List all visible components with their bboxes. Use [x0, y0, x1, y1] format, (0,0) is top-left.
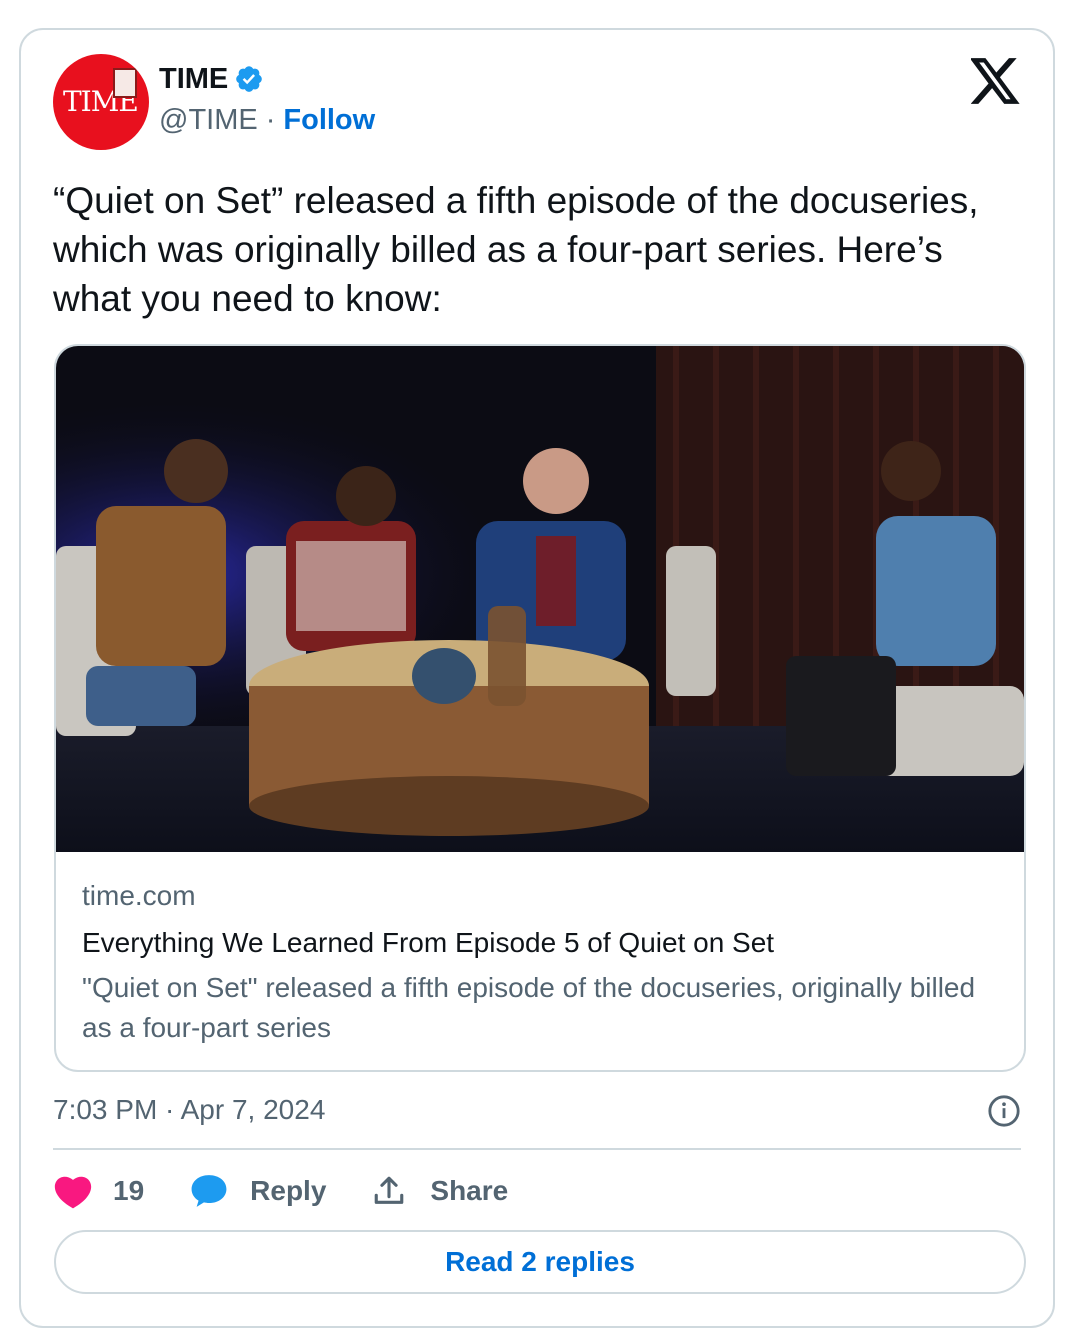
- link-description: "Quiet on Set" released a fifth episode …: [82, 972, 976, 1043]
- author-handle[interactable]: @TIME: [159, 104, 258, 137]
- like-button[interactable]: 19: [53, 1173, 144, 1209]
- tweet-meta: 7:03 PM · Apr 7, 2024: [53, 1090, 1021, 1130]
- tweet-text: “Quiet on Set” released a fifth episode …: [53, 180, 989, 319]
- info-icon[interactable]: [987, 1094, 1021, 1128]
- author-name[interactable]: TIME: [159, 63, 228, 96]
- tweet-actions: 19 Reply Share: [53, 1168, 508, 1214]
- link-preview-card[interactable]: time.com Everything We Learned From Epis…: [54, 344, 1026, 1072]
- tweet-timestamp[interactable]: 7:03 PM · Apr 7, 2024: [53, 1094, 325, 1125]
- reply-label: Reply: [250, 1175, 327, 1206]
- article-photo: [56, 346, 1024, 852]
- handle-row: @TIME · Follow: [159, 100, 375, 140]
- link-title: Everything We Learned From Episode 5 of …: [82, 927, 775, 958]
- x-logo-icon[interactable]: [971, 58, 1021, 104]
- tweet-header: TIME TIME @TIME · Follow: [53, 54, 1021, 154]
- like-count: 19: [113, 1175, 145, 1206]
- link-domain: time.com: [82, 880, 196, 911]
- follow-link[interactable]: Follow: [283, 104, 375, 137]
- share-button[interactable]: Share: [372, 1174, 508, 1208]
- divider: [53, 1148, 1021, 1150]
- heart-icon: [54, 1176, 92, 1209]
- reply-button[interactable]: Reply: [190, 1173, 326, 1209]
- anniversary-book-icon: [113, 68, 137, 98]
- share-label: Share: [430, 1175, 509, 1206]
- avatar[interactable]: TIME: [53, 54, 149, 150]
- separator-dot: ·: [265, 103, 276, 136]
- name-row: TIME: [159, 62, 375, 96]
- share-upload-icon: [375, 1176, 404, 1204]
- author-block: TIME @TIME · Follow: [159, 62, 375, 140]
- read-replies-button[interactable]: Read 2 replies: [54, 1230, 1026, 1294]
- speech-bubble-icon: [191, 1175, 227, 1207]
- tweet-embed-card: TIME TIME @TIME · Follow “Quiet on Set” …: [19, 28, 1055, 1328]
- link-info: time.com Everything We Learned From Epis…: [82, 878, 998, 1048]
- verified-badge-icon: [236, 66, 263, 92]
